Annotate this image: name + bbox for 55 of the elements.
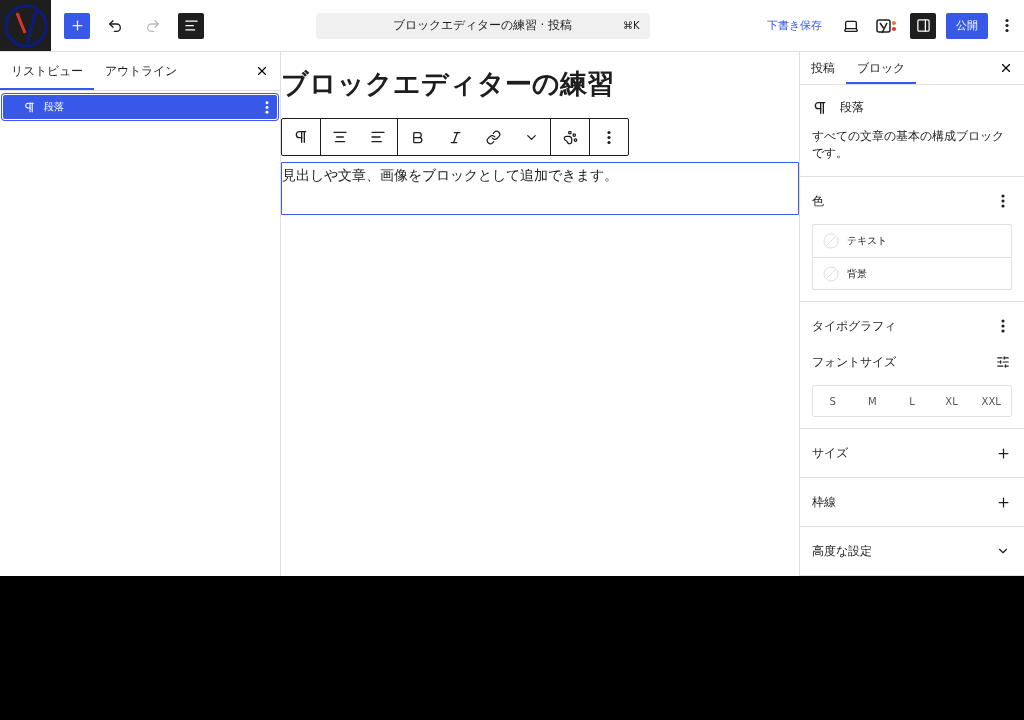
italic-icon	[447, 129, 463, 145]
plus-icon	[995, 494, 1011, 510]
section-title: 色	[812, 192, 824, 210]
font-size-option[interactable]: S	[813, 386, 853, 416]
block-name: 段落	[840, 99, 864, 116]
paragraph-icon	[293, 129, 309, 145]
link-icon	[485, 129, 501, 145]
close-icon	[255, 64, 269, 78]
more-icon	[265, 100, 269, 114]
panel-tab[interactable]: 投稿	[800, 52, 846, 84]
document-overview-button[interactable]	[178, 12, 204, 39]
add-block-button[interactable]	[64, 12, 90, 39]
font-size-option[interactable]: XL	[931, 386, 972, 416]
sidebar-icon	[915, 18, 931, 33]
font-size-option[interactable]: M	[852, 386, 893, 416]
panel-tab[interactable]: アウトライン	[94, 52, 188, 90]
field-label: フォントサイズ	[812, 353, 896, 371]
redo-icon	[145, 17, 161, 34]
empty-swatch-icon	[823, 265, 839, 282]
panel-tab[interactable]: リストビュー	[0, 52, 94, 90]
block-description: すべての文章の基本の構成ブロックです。	[812, 128, 1005, 162]
color-option[interactable]: 背景	[813, 257, 1011, 289]
plus-icon	[69, 18, 85, 33]
site-logo[interactable]	[0, 0, 51, 51]
save-draft-button[interactable]: 下書き保存	[761, 18, 828, 33]
more-icon	[607, 129, 611, 145]
command-palette[interactable]: ブロックエディターの練習 · 投稿 ⌘K	[315, 12, 650, 39]
settings-toggle-button[interactable]	[910, 12, 936, 39]
font-size-option[interactable]: XXL	[971, 386, 1011, 416]
more-icon	[1005, 18, 1009, 33]
publish-button[interactable]: 公開	[946, 12, 988, 39]
close-icon	[999, 61, 1013, 75]
align-icon	[332, 129, 348, 145]
color-option[interactable]: テキスト	[813, 225, 1011, 257]
section-title: タイポグラフィ	[812, 317, 896, 335]
more-icon	[1001, 319, 1005, 333]
section-title[interactable]: 枠線	[812, 493, 836, 511]
section-title[interactable]: 高度な設定	[812, 542, 872, 560]
align-left-icon	[370, 129, 386, 145]
undo-icon	[107, 17, 123, 34]
sliders-icon	[996, 355, 1010, 369]
empty-swatch-icon	[823, 233, 839, 249]
plus-icon	[995, 445, 1011, 461]
paragraph-icon	[23, 100, 36, 114]
paragraph-icon	[812, 99, 828, 116]
font-size-option[interactable]: L	[892, 386, 932, 416]
section-title[interactable]: サイズ	[812, 444, 848, 462]
paragraph-block[interactable]: 見出しや文章、画像をブロックとして追加できます。	[281, 162, 799, 215]
more-icon	[1001, 194, 1005, 208]
panel-tab[interactable]: ブロック	[846, 52, 916, 84]
shortcut-hint: ⌘K	[622, 20, 640, 31]
list-icon	[183, 18, 199, 33]
post-title[interactable]: ブロックエディターの練習	[281, 66, 799, 102]
paw-icon	[562, 129, 578, 145]
list-view-item[interactable]: 段落	[3, 95, 277, 119]
